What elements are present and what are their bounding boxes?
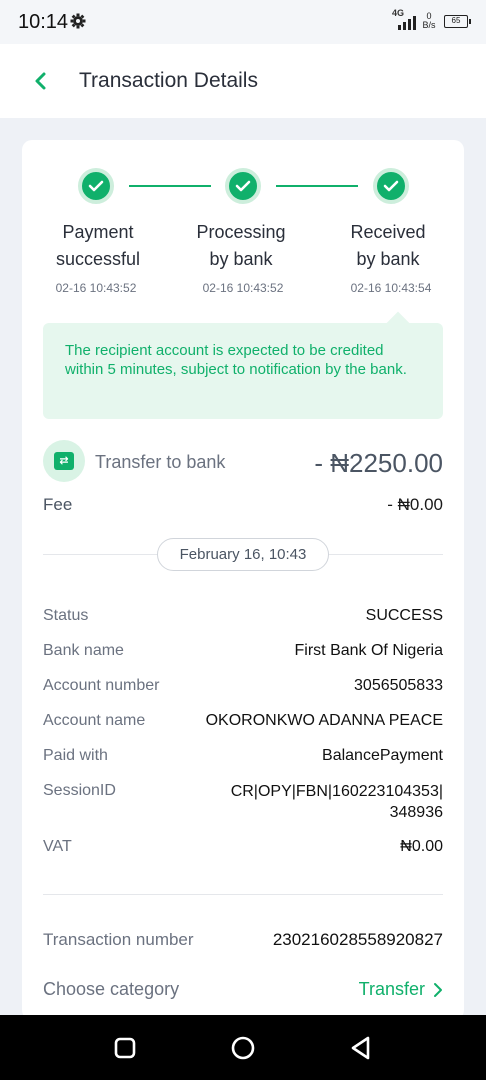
step-2-label-line2: by bank: [209, 249, 273, 269]
divider: [43, 894, 443, 895]
step-3-time: 02-16 10:43:54: [350, 281, 432, 295]
step-2-label-line1: Processing: [196, 222, 286, 242]
battery-icon: 65: [444, 14, 471, 28]
account-name-label: Account name: [43, 712, 146, 729]
gear-icon: [70, 13, 86, 29]
battery-level: 65: [451, 15, 461, 25]
vat-label: VAT: [43, 838, 72, 855]
credit-notice: The recipient account is expected to be …: [43, 323, 443, 419]
step-2-check-icon: [225, 168, 261, 204]
system-nav-bar: [0, 1015, 486, 1080]
back-nav-icon[interactable]: [346, 1033, 376, 1063]
step-3-label: Received by bank: [323, 219, 453, 273]
step-3-check-icon: [373, 168, 409, 204]
step-3-label-line1: Received: [350, 222, 426, 242]
bank-name-value: First Bank Of Nigeria: [294, 642, 443, 659]
step-1-label-line1: Payment: [62, 222, 134, 242]
step-1-label-line2: successful: [55, 249, 141, 269]
fee-label: Fee: [43, 495, 73, 514]
step-2-time: 02-16 10:43:52: [202, 281, 284, 295]
vat-value: ₦0.00: [400, 838, 443, 855]
step-connector: [129, 185, 211, 187]
fee-value: - ₦0.00: [387, 495, 443, 514]
transfer-amount: - ₦2250.00: [314, 448, 443, 478]
paid-with-value: BalancePayment: [322, 747, 443, 764]
category-selector[interactable]: Transfer: [359, 979, 443, 1000]
status-bar: 10:14 4G 0 B/s 65: [0, 0, 486, 44]
status-indicators: 4G 0 B/s 65: [392, 8, 471, 32]
bank-name-label: Bank name: [43, 642, 124, 659]
transaction-number-value[interactable]: 230216028558920827: [273, 930, 443, 950]
step-2-label: Processing by bank: [176, 219, 306, 273]
session-id-label: SessionID: [43, 782, 116, 799]
account-number-label: Account number: [43, 677, 160, 694]
session-id-value-line1: CR|OPY|FBN|160223104353|: [230, 783, 443, 800]
recent-apps-icon[interactable]: [110, 1033, 140, 1063]
session-id-value: CR|OPY|FBN|160223104353| 348936: [231, 781, 443, 823]
choose-category-label: Choose category: [43, 979, 180, 999]
status-value: SUCCESS: [365, 607, 443, 624]
network-speed-unit: B/s: [422, 20, 436, 30]
step-connector: [276, 185, 358, 187]
session-id-value-line2: 348936: [389, 804, 443, 821]
transfer-icon: ⇄: [43, 440, 85, 482]
paid-with-label: Paid with: [43, 747, 108, 764]
transaction-number-label: Transaction number: [43, 930, 194, 949]
home-icon[interactable]: [228, 1033, 258, 1063]
signal-icon: 4G: [392, 8, 416, 32]
step-3-label-line2: by bank: [356, 249, 420, 269]
category-value[interactable]: Transfer: [359, 979, 425, 1000]
step-1-check-icon: [78, 168, 114, 204]
date-pill: February 16, 10:43: [157, 538, 329, 571]
back-arrow-icon[interactable]: [28, 66, 56, 96]
page-title: Transaction Details: [79, 69, 258, 92]
chevron-right-icon[interactable]: [433, 982, 443, 998]
network-speed: 0 B/s: [420, 12, 438, 30]
app-header: Transaction Details: [0, 44, 486, 118]
account-name-value: OKORONKWO ADANNA PEACE: [205, 712, 443, 729]
account-number-value: 3056505833: [354, 677, 443, 694]
status-time: 10:14: [18, 11, 69, 33]
transfer-type-label: Transfer to bank: [95, 452, 226, 472]
step-1-label: Payment successful: [33, 219, 163, 273]
step-1-time: 02-16 10:43:52: [55, 281, 137, 295]
status-label: Status: [43, 607, 89, 624]
